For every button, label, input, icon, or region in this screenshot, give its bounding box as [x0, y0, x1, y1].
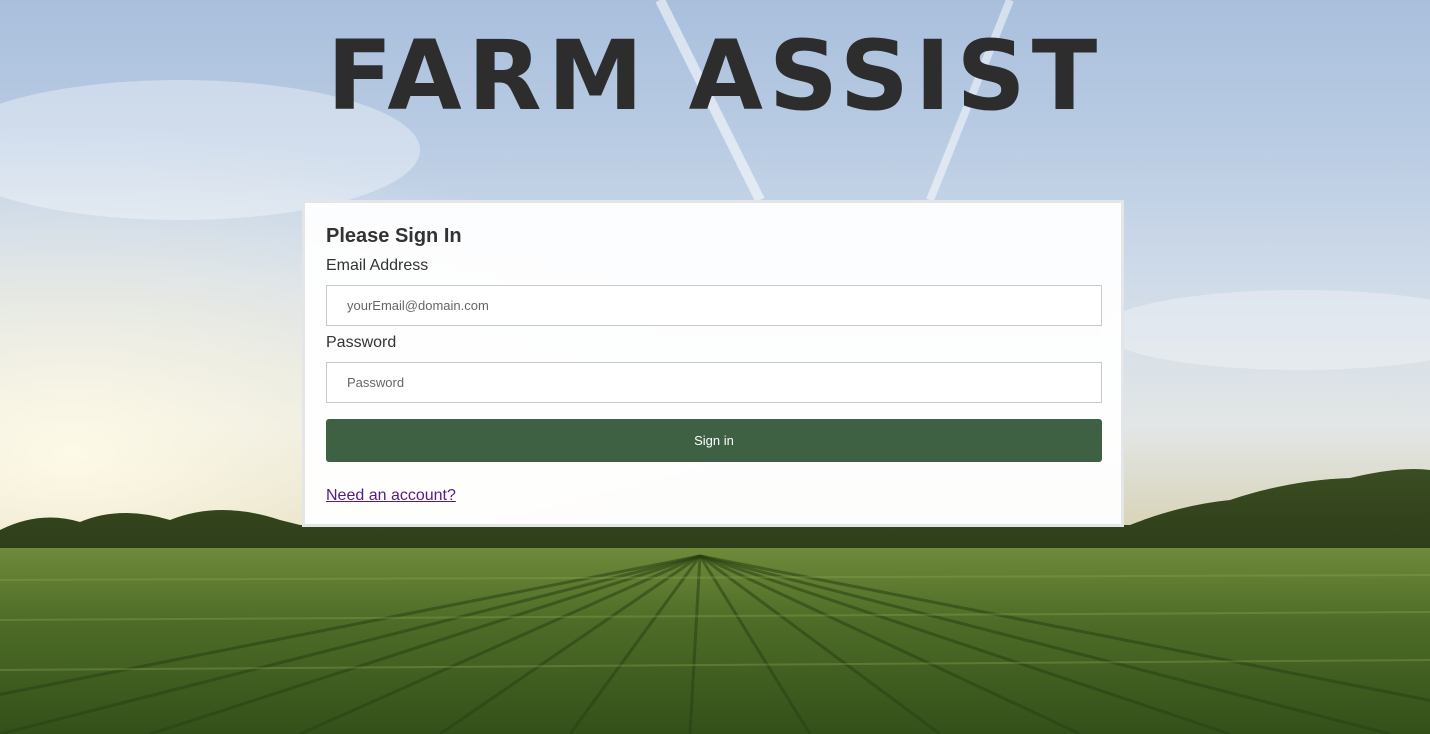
need-account-link[interactable]: Need an account?	[326, 487, 456, 505]
background-farm-landscape: FARM ASSIST Please Sign In Email Address…	[0, 0, 1430, 734]
app-logo-title: FARM ASSIST	[326, 20, 1104, 132]
sign-in-card: Please Sign In Email Address Password Si…	[302, 200, 1124, 527]
email-input[interactable]	[326, 285, 1102, 326]
sign-in-button[interactable]: Sign in	[326, 419, 1102, 462]
email-label: Email Address	[326, 257, 429, 274]
password-input[interactable]	[326, 362, 1102, 403]
sign-in-heading: Please Sign In	[326, 225, 462, 247]
password-label: Password	[326, 334, 397, 351]
